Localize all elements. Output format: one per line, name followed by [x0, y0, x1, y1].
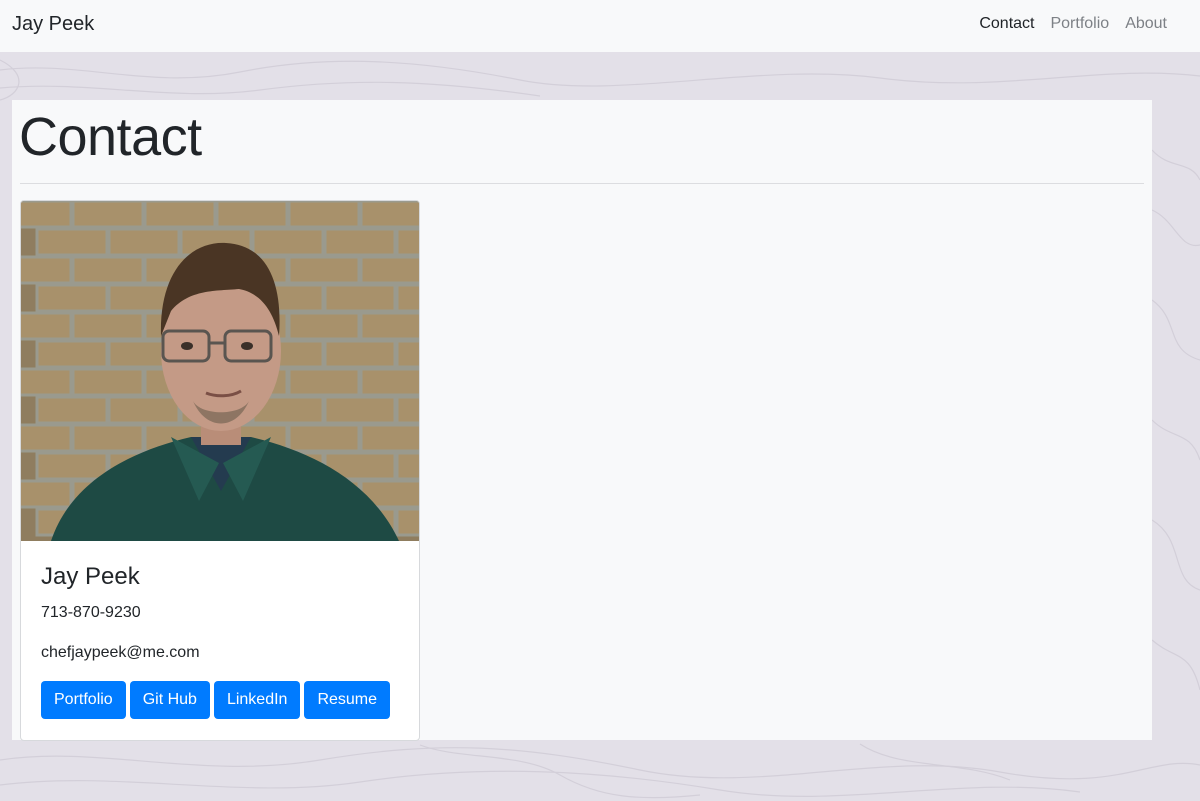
card-button-row: Portfolio Git Hub LinkedIn Resume	[41, 681, 391, 719]
nav-links: Contact Portfolio About	[979, 15, 1167, 33]
contact-card: Jay Peek 713-870-9230 chefjaypeek@me.com…	[20, 200, 420, 741]
github-button[interactable]: Git Hub	[129, 681, 210, 719]
nav-contact-link[interactable]: Contact	[979, 15, 1034, 33]
card-name: Jay Peek	[41, 563, 140, 590]
top-navbar: Jay Peek Contact Portfolio About	[0, 0, 1200, 52]
content-panel: Contact Jay Peek 713-870-9230 chefjaypee…	[12, 100, 1152, 741]
portfolio-button[interactable]: Portfolio	[41, 681, 126, 719]
brand-link[interactable]: Jay Peek	[12, 13, 94, 36]
profile-photo	[21, 201, 419, 541]
nav-portfolio-link[interactable]: Portfolio	[1050, 15, 1109, 33]
email-address: chefjaypeek@me.com	[41, 644, 200, 661]
linkedin-button[interactable]: LinkedIn	[213, 681, 301, 719]
page-title: Contact	[19, 107, 202, 167]
nav-about-link[interactable]: About	[1125, 15, 1167, 33]
resume-button[interactable]: Resume	[304, 681, 391, 719]
title-divider	[20, 183, 1144, 184]
phone-number: 713-870-9230	[41, 604, 141, 621]
